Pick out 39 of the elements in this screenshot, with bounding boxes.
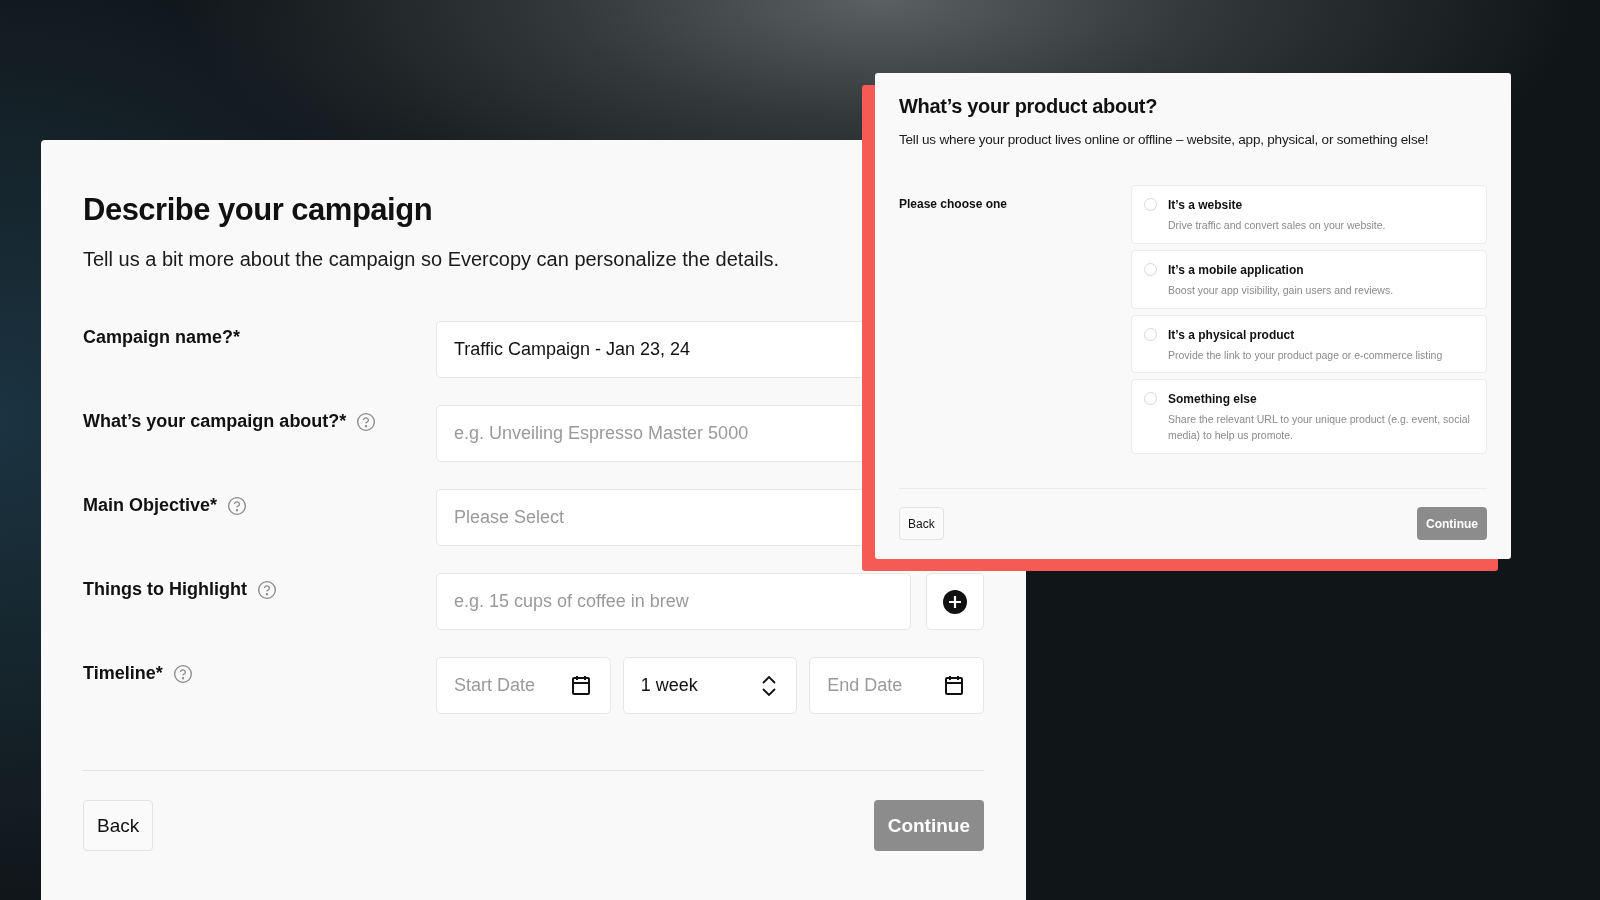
option-title: It’s a mobile application — [1168, 262, 1305, 277]
start-date-field[interactable]: Start Date — [436, 657, 611, 714]
option-description: Provide the link to your product page or e-commerce listing — [1168, 347, 1443, 363]
field-label: Things to Highlight — [83, 579, 247, 600]
option-title: Something else — [1168, 392, 1258, 407]
add-button[interactable] — [926, 573, 984, 630]
option-title: It’s a website — [1168, 198, 1244, 212]
dialog-title: What’s your product about? — [899, 95, 1158, 118]
option-card[interactable]: It’s a mobile application Boost your app visibility, gain users and reviews. — [1131, 249, 1487, 309]
help-icon[interactable] — [227, 495, 248, 516]
field-label: What’s your campaign about?* — [83, 411, 347, 432]
option-card[interactable]: Something else Share the relevant URL to your unique product (e.g. event, social media) to help us promote. — [1131, 379, 1487, 454]
form-subtitle: Tell us a bit more about the campaign so Evercopy can personalize the details. — [83, 248, 780, 271]
option-title: It’s a physical product — [1168, 327, 1296, 342]
calendar-icon[interactable] — [942, 673, 966, 697]
form-title: Describe your campaign — [83, 192, 433, 228]
prompt-label: Please choose one — [899, 196, 1009, 213]
radio-button[interactable] — [1144, 392, 1157, 406]
option-description: Drive traffic and convert sales on your website. — [1168, 218, 1386, 233]
plus-circle-icon — [943, 589, 967, 614]
duration-select[interactable]: 1 week — [622, 657, 798, 714]
option-description: Share the relevant URL to your unique product (e.g. event, social media) to help us promote. — [1168, 412, 1471, 443]
back-button[interactable]: Back — [83, 800, 154, 851]
option-description: Boost your app visibility, gain users and reviews. — [1168, 282, 1394, 298]
help-icon[interactable] — [256, 579, 277, 600]
dialog-subtitle: Tell us where your product lives online or offline – website, app, physical, or something else! — [899, 132, 1430, 147]
option-card[interactable]: It’s a website Drive traffic and convert sales on your website. — [1131, 185, 1487, 244]
end-date-field[interactable]: End Date — [809, 657, 984, 714]
radio-button[interactable] — [1144, 198, 1157, 211]
radio-button[interactable] — [1144, 262, 1157, 276]
field-label: Main Objective* — [83, 495, 218, 516]
input-field[interactable]: e.g. 15 cups of coffee in brew — [436, 573, 911, 630]
radio-button[interactable] — [1144, 327, 1157, 341]
option-card[interactable]: It’s a physical product Provide the link to your product page or e-commerce listing — [1131, 314, 1487, 374]
field-label: Timeline* — [83, 663, 163, 684]
help-icon[interactable] — [172, 663, 193, 684]
back-button[interactable]: Back — [899, 507, 944, 540]
help-icon[interactable] — [356, 411, 377, 432]
field-label: Campaign name?* — [83, 327, 241, 348]
